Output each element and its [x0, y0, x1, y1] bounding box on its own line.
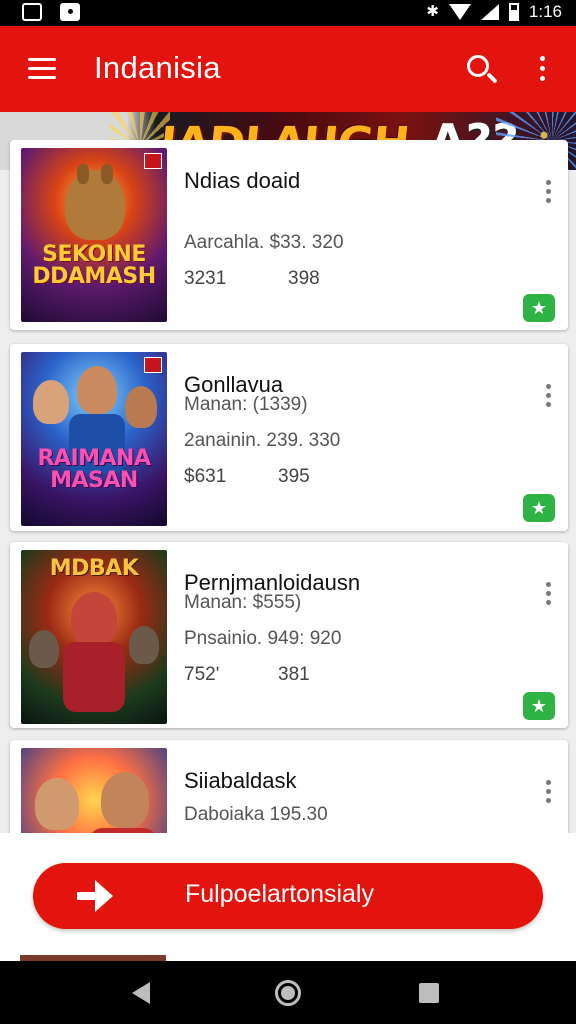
- arrow-right-icon: [77, 879, 113, 913]
- game-details: Pnsainio. 949: 920: [184, 628, 342, 649]
- thumbnail-logo-text: RAIMANA MASAN: [37, 446, 151, 493]
- app-bar: Indanisia: [0, 26, 576, 112]
- battery-icon: [508, 3, 519, 21]
- game-card[interactable]: RAIMANA MASAN Gonllavua Manan: (1339) 2a…: [10, 344, 568, 531]
- media-notification-icon: [60, 3, 80, 21]
- card-overflow-icon[interactable]: [542, 780, 556, 808]
- system-nav-bar: [0, 961, 576, 1024]
- game-thumbnail: SEKOINE DDAMASH: [21, 148, 167, 322]
- status-bar: ✱ 1:16: [0, 0, 576, 26]
- page-title: Indanisia: [94, 50, 221, 85]
- thumbnail-logo-text: SEKOINE DDAMASH: [32, 242, 156, 289]
- notification-icon: [22, 3, 42, 21]
- cell-signal-icon: [480, 4, 499, 20]
- game-subtitle: Daboiaka 195.30: [184, 804, 328, 825]
- card-overflow-icon[interactable]: [542, 582, 556, 610]
- home-icon[interactable]: [275, 980, 301, 1006]
- card-overflow-icon[interactable]: [542, 180, 556, 208]
- game-details: 2anainin. 239. 330: [184, 430, 341, 451]
- primary-action-label: Fulpoelartonsialy: [185, 880, 374, 908]
- wifi-icon: [448, 4, 471, 20]
- game-subtitle: Aarcahla. $33. 320: [184, 232, 344, 253]
- back-icon[interactable]: [132, 982, 150, 1004]
- game-stat-b: 395: [278, 466, 310, 487]
- game-subtitle: Manan: $555): [184, 592, 302, 613]
- game-stat-b: 398: [288, 268, 320, 289]
- favorite-star-icon[interactable]: ★: [523, 294, 555, 322]
- thumbnail-badge: [144, 153, 162, 169]
- thumbnail-badge: [144, 357, 162, 373]
- game-thumbnail: [21, 748, 167, 833]
- game-stat-a: 3231: [184, 268, 227, 289]
- game-title: Ndias doaid: [184, 168, 301, 193]
- bottom-action-area: Fulpoelartonsialy: [0, 833, 576, 961]
- search-icon[interactable]: [464, 52, 500, 88]
- game-stat-a: 752': [184, 664, 220, 685]
- game-card[interactable]: MDBAK Pernjmanloidausn Manan: $555) Pnsa…: [10, 542, 568, 728]
- game-thumbnail: MDBAK: [21, 550, 167, 724]
- game-title: Siiabaldask: [184, 768, 297, 793]
- game-stat-b: 381: [278, 664, 310, 685]
- game-card[interactable]: Siiabaldask Daboiaka 195.30: [10, 740, 568, 833]
- overflow-menu-icon[interactable]: [534, 54, 552, 86]
- card-overflow-icon[interactable]: [542, 384, 556, 412]
- menu-icon[interactable]: [26, 56, 60, 82]
- status-time: 1:16: [528, 2, 562, 21]
- game-list: SEKOINE DDAMASH Ndias doaid Aarcahla. $3…: [0, 140, 576, 833]
- game-subtitle: Manan: (1339): [184, 394, 308, 415]
- recents-icon[interactable]: [419, 983, 439, 1003]
- game-card[interactable]: SEKOINE DDAMASH Ndias doaid Aarcahla. $3…: [10, 140, 568, 330]
- favorite-star-icon[interactable]: ★: [523, 692, 555, 720]
- favorite-star-icon[interactable]: ★: [523, 494, 555, 522]
- bluetooth-icon: ✱: [426, 3, 439, 20]
- thumbnail-logo-text: MDBAK: [49, 556, 139, 581]
- game-stat-a: $631: [184, 466, 227, 487]
- primary-action-button[interactable]: Fulpoelartonsialy: [33, 863, 543, 929]
- game-thumbnail: RAIMANA MASAN: [21, 352, 167, 526]
